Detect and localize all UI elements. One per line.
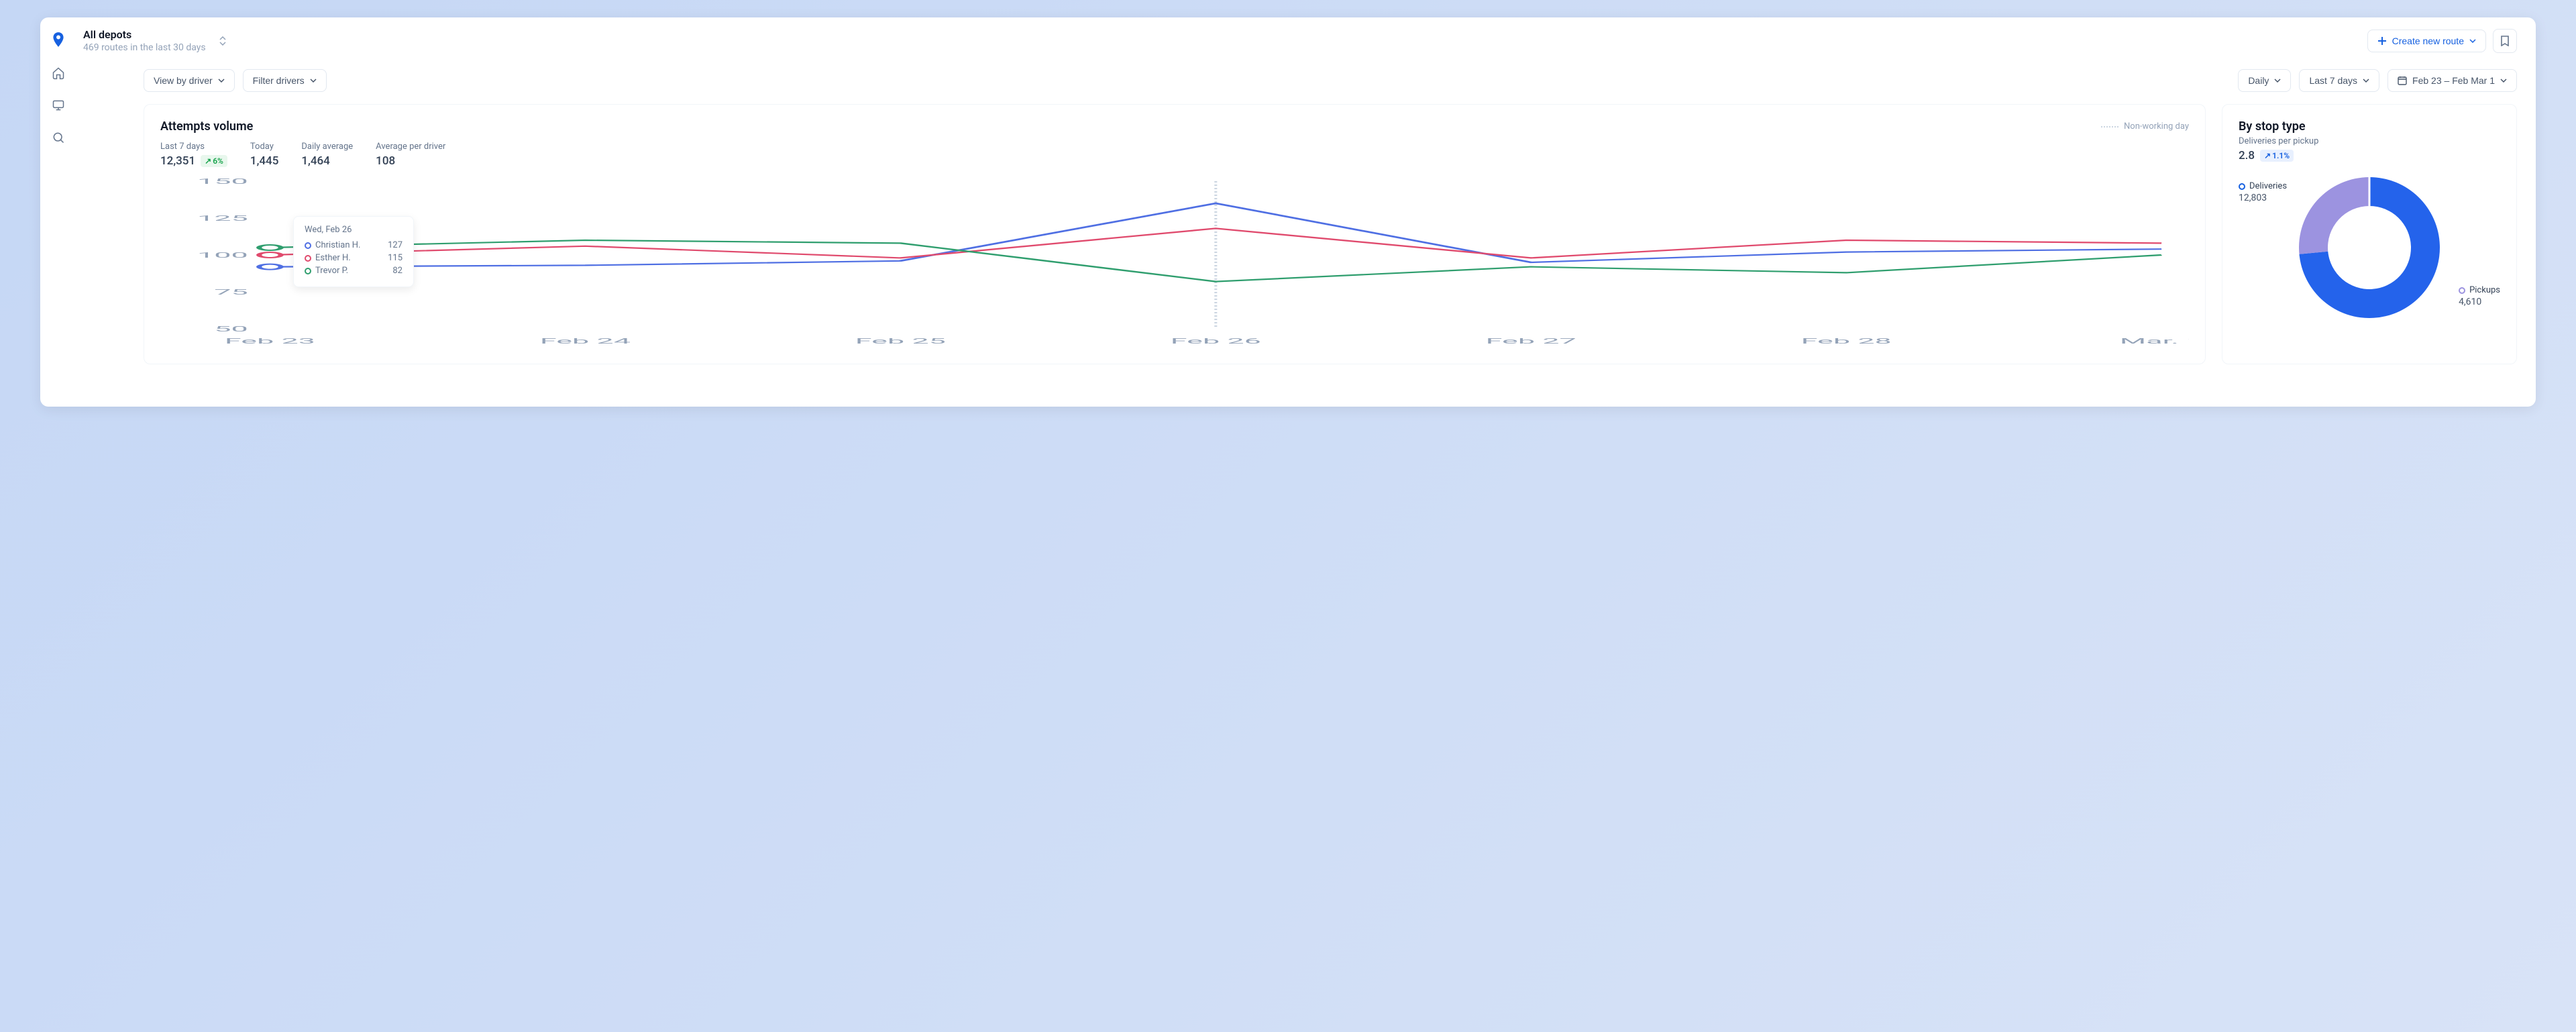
chevron-down-icon (218, 79, 225, 83)
stat-value: 1,464 (301, 154, 353, 168)
stat-label: Last 7 days (160, 142, 227, 152)
date-range-label: Feb 23 – Feb Mar 1 (2412, 75, 2495, 86)
filter-drivers-label: Filter drivers (253, 75, 305, 86)
granularity-dropdown[interactable]: Daily (2238, 69, 2291, 92)
attempts-stats: Last 7 days 12,351 ↗ 6% Today 1,445 Dail… (160, 142, 2189, 168)
svg-text:75: 75 (214, 288, 248, 297)
dashed-line-icon (2101, 126, 2118, 127)
stat-today: Today 1,445 (250, 142, 278, 168)
pickups-label: Pickups 4,610 (2459, 285, 2500, 307)
bookmark-button[interactable] (2493, 29, 2517, 53)
tooltip-date: Wed, Feb 26 (305, 225, 402, 235)
calendar-icon (2398, 76, 2407, 85)
stat-label: Average per driver (376, 142, 445, 152)
svg-text:100: 100 (197, 251, 248, 260)
trend-up-badge: ↗ 1.1% (2260, 150, 2294, 162)
date-range-picker[interactable]: Feb 23 – Feb Mar 1 (2387, 69, 2517, 92)
svg-text:150: 150 (197, 177, 248, 186)
svg-text:Mar. 1: Mar. 1 (2120, 337, 2189, 346)
brand-pin-icon[interactable] (50, 31, 67, 48)
chevron-down-icon (2274, 79, 2281, 83)
stat-last7: Last 7 days 12,351 ↗ 6% (160, 142, 227, 168)
depot-title: All depots (83, 28, 206, 41)
create-route-button[interactable]: Create new route (2367, 30, 2486, 52)
svg-text:Feb 27: Feb 27 (1486, 337, 1576, 346)
main-content: All depots 469 routes in the last 30 day… (76, 17, 2536, 407)
ring-icon (2239, 183, 2245, 190)
chevron-down-icon (2500, 79, 2507, 83)
trend-up-badge: ↗ 6% (201, 155, 227, 167)
chart-tooltip: Wed, Feb 26 Christian H.127 Esther H.115 T… (293, 216, 414, 287)
deliveries-label: Deliveries 12,803 (2239, 181, 2287, 203)
attempts-title: Attempts volume (160, 119, 253, 134)
svg-text:Feb 25: Feb 25 (855, 337, 946, 346)
chevron-down-icon (310, 79, 317, 83)
stoptype-sublabel: Deliveries per pickup (2239, 136, 2500, 146)
svg-text:Feb 24: Feb 24 (540, 337, 631, 346)
svg-text:Feb 26: Feb 26 (1171, 337, 1261, 346)
svg-text:125: 125 (197, 214, 248, 223)
legend-note-text: Non-working day (2124, 121, 2189, 132)
bookmark-icon (2500, 36, 2510, 46)
stop-type-card: By stop type Deliveries per pickup 2.8 ↗… (2222, 104, 2517, 364)
view-by-label: View by driver (154, 75, 213, 86)
non-working-day-legend: Non-working day (2101, 121, 2189, 132)
pickups-value: 4,610 (2459, 297, 2500, 307)
stat-daily-avg: Daily average 1,464 (301, 142, 353, 168)
range-preset-label: Last 7 days (2309, 75, 2357, 86)
attempts-line-chart[interactable]: 50 75 100 125 150 Feb 23 Feb 24 Feb 25 Feb 26 Feb… (160, 174, 2189, 349)
tooltip-row: Christian H.127 (305, 240, 402, 250)
stoptype-ratio: 2.8 (2239, 149, 2255, 162)
topbar: All depots 469 routes in the last 30 day… (76, 17, 2536, 64)
range-preset-dropdown[interactable]: Last 7 days (2299, 69, 2379, 92)
svg-text:Feb 28: Feb 28 (1801, 337, 1892, 346)
sidebar (40, 17, 76, 407)
updown-caret-icon (219, 36, 226, 46)
create-route-label: Create new route (2392, 36, 2464, 46)
ring-icon (2459, 287, 2465, 294)
deliveries-value: 12,803 (2239, 193, 2287, 203)
monitor-icon[interactable] (51, 98, 66, 113)
filters-row: View by driver Filter drivers Daily Last… (76, 64, 2536, 104)
stat-label: Today (250, 142, 278, 152)
home-icon[interactable] (51, 66, 66, 81)
tooltip-row: Trevor P.82 (305, 266, 402, 276)
granularity-label: Daily (2248, 75, 2269, 86)
attempts-volume-card: Attempts volume Non-working day Last 7 d… (144, 104, 2206, 364)
chevron-down-icon (2363, 79, 2369, 83)
app-window: All depots 469 routes in the last 30 day… (40, 17, 2536, 407)
svg-text:50: 50 (214, 325, 248, 333)
stat-label: Daily average (301, 142, 353, 152)
stoptype-title: By stop type (2239, 119, 2500, 134)
stat-value: 12,351 (160, 154, 195, 168)
dashboard-content: Attempts volume Non-working day Last 7 d… (76, 104, 2536, 378)
filter-drivers-dropdown[interactable]: Filter drivers (243, 69, 327, 92)
stat-value: 108 (376, 154, 445, 168)
depot-subtitle: 469 routes in the last 30 days (83, 42, 206, 53)
plus-icon (2377, 36, 2387, 46)
svg-text:Feb 23: Feb 23 (225, 337, 315, 346)
stoptype-donut-chart[interactable]: Deliveries 12,803 Pickups 4,610 (2239, 170, 2500, 325)
chevron-down-icon (2469, 39, 2476, 43)
stat-value: 1,445 (250, 154, 278, 168)
stat-per-driver: Average per driver 108 (376, 142, 445, 168)
view-by-dropdown[interactable]: View by driver (144, 69, 235, 92)
search-icon[interactable] (51, 130, 66, 145)
topbar-actions: Create new route (2367, 29, 2517, 53)
tooltip-row: Esther H.115 (305, 253, 402, 263)
depot-selector[interactable]: All depots 469 routes in the last 30 day… (83, 28, 226, 53)
